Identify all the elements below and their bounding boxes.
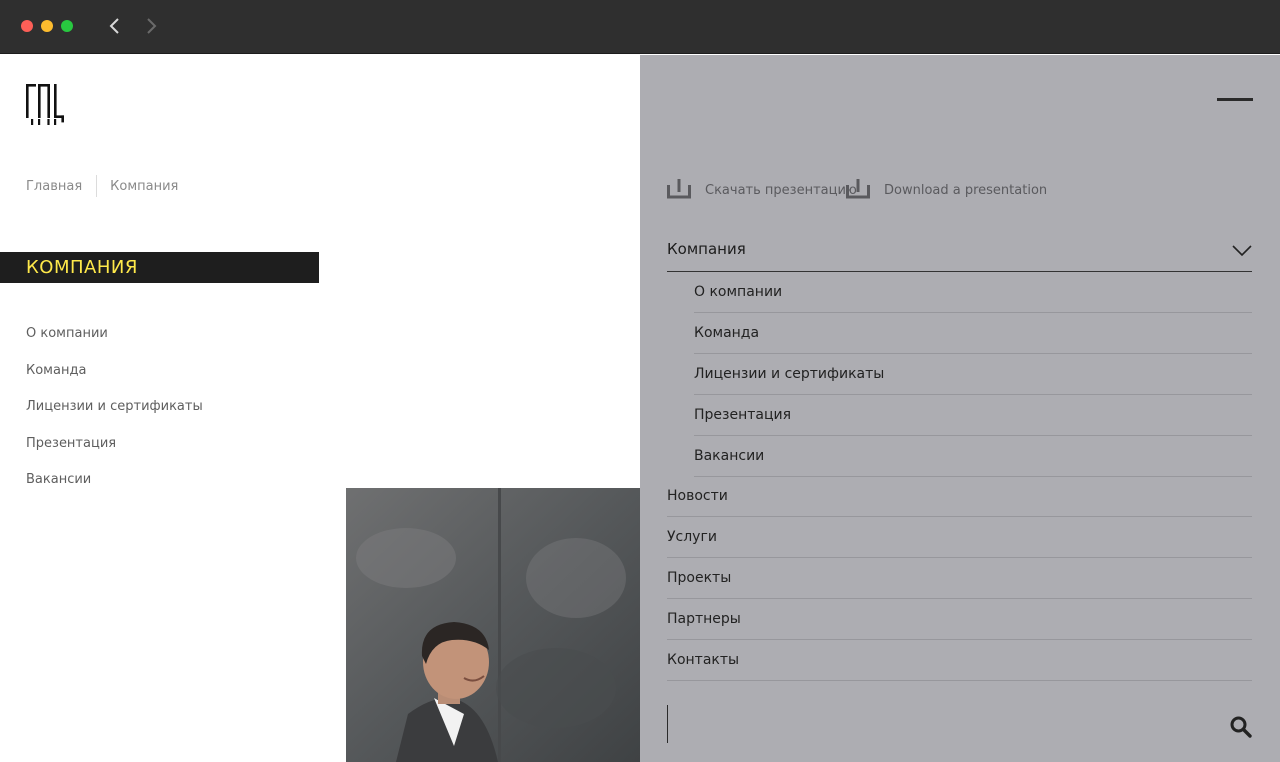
- breadcrumb: Главная Компания: [26, 175, 178, 197]
- submenu-item-vacancies[interactable]: Вакансии: [26, 471, 203, 508]
- chevron-down-icon[interactable]: [1232, 243, 1252, 257]
- search-input[interactable]: [672, 705, 1212, 743]
- search-icon[interactable]: [1229, 715, 1253, 739]
- menu-subitem-label: Презентация: [694, 407, 792, 423]
- download-icon: [667, 179, 691, 199]
- menu-subitem-label: Команда: [694, 325, 760, 341]
- submenu-item-presentation[interactable]: Презентация: [26, 435, 203, 472]
- team-photo: [346, 488, 640, 762]
- menu-subitem-licenses[interactable]: Лицензии и сертификаты: [694, 354, 1252, 395]
- zoom-window-button[interactable]: [61, 20, 73, 32]
- menu-item-label: Новости: [667, 488, 728, 504]
- menu-overlay: Скачать презентацию Download a presentat…: [640, 55, 1280, 762]
- search-caret: [667, 705, 668, 743]
- page-content: Главная Компания КОМПАНИЯ О компании Ком…: [0, 55, 640, 762]
- menu-item-label: Проекты: [667, 570, 732, 586]
- menu-item-label: Контакты: [667, 652, 740, 668]
- submenu-item-about[interactable]: О компании: [26, 325, 203, 362]
- menu-item-company-label: Компания: [667, 240, 746, 258]
- breadcrumb-current[interactable]: Компания: [110, 179, 178, 194]
- menu-subitem-label: О компании: [694, 284, 783, 300]
- section-title-bar: КОМПАНИЯ: [0, 252, 319, 283]
- menu-item-news[interactable]: Новости: [667, 476, 1252, 517]
- menu-item-company-expanded[interactable]: Компания: [667, 237, 1252, 272]
- submenu-item-team[interactable]: Команда: [26, 362, 203, 399]
- menu-item-services[interactable]: Услуги: [667, 517, 1252, 558]
- download-presentation-ru[interactable]: Скачать презентацию: [667, 175, 857, 199]
- section-submenu: О компании Команда Лицензии и сертификат…: [26, 325, 203, 508]
- menu-subitem-about[interactable]: О компании: [694, 272, 1252, 313]
- company-logo-mark[interactable]: [26, 83, 66, 125]
- close-menu-button[interactable]: [1217, 98, 1253, 101]
- menu-subitem-team[interactable]: Команда: [694, 313, 1252, 354]
- chevron-right-icon[interactable]: [141, 15, 161, 37]
- submenu-item-licenses[interactable]: Лицензии и сертификаты: [26, 398, 203, 435]
- minimize-window-button[interactable]: [41, 20, 53, 32]
- download-ru-label: Скачать презентацию: [705, 183, 857, 198]
- chevron-left-icon[interactable]: [105, 15, 125, 37]
- menu-item-label: Партнеры: [667, 611, 741, 627]
- close-window-button[interactable]: [21, 20, 33, 32]
- breadcrumb-separator: [96, 175, 98, 197]
- menu-subitem-label: Лицензии и сертификаты: [694, 366, 885, 382]
- breadcrumb-home-link[interactable]: Главная: [26, 179, 82, 194]
- menu-item-partners[interactable]: Партнеры: [667, 599, 1252, 640]
- browser-toolbar: [0, 0, 1280, 54]
- menu-item-projects[interactable]: Проекты: [667, 558, 1252, 599]
- menu-subitem-label: Вакансии: [694, 448, 765, 464]
- download-en-label: Download a presentation: [884, 183, 1048, 198]
- menu-item-contacts[interactable]: Контакты: [667, 640, 1252, 681]
- download-icon: [846, 179, 870, 199]
- menu-item-label: Услуги: [667, 529, 717, 545]
- photo-illustration: [346, 488, 640, 762]
- page-title: КОМПАНИЯ: [26, 257, 138, 278]
- menu-subitem-vacancies[interactable]: Вакансии: [694, 436, 1252, 477]
- download-presentation-en[interactable]: Download a presentation: [846, 175, 1047, 199]
- menu-subitem-presentation[interactable]: Презентация: [694, 395, 1252, 436]
